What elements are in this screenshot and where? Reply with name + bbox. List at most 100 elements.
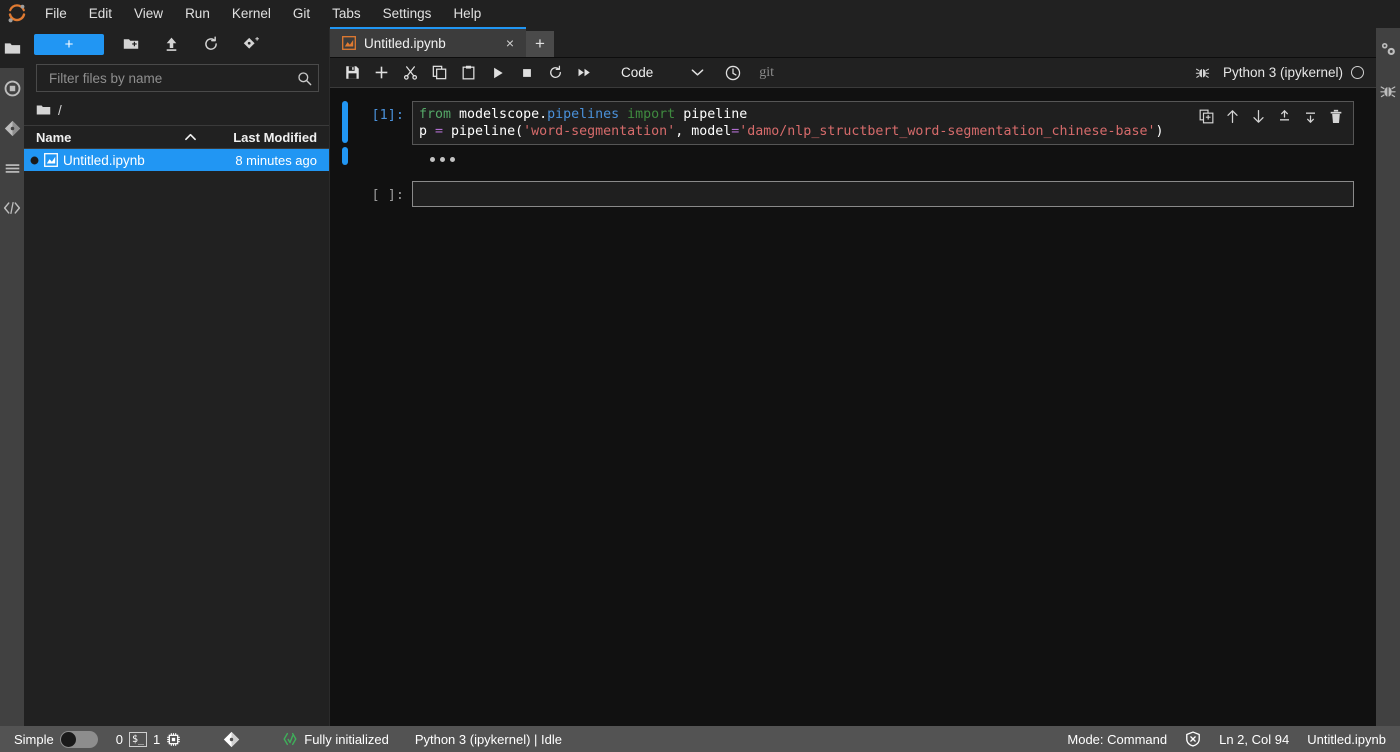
menu-item-list: File Edit View Run Kernel Git Tabs Setti… [34, 0, 492, 28]
move-cell-up-button[interactable] [1222, 106, 1242, 126]
move-cell-down-button[interactable] [1248, 106, 1268, 126]
breadcrumb-path[interactable]: / [58, 103, 62, 118]
menu-file[interactable]: File [35, 2, 77, 26]
lsp-status[interactable]: Fully initialized [282, 731, 389, 747]
insert-cell-below-button[interactable] [367, 60, 396, 86]
interrupt-kernel-button[interactable] [512, 60, 541, 86]
search-input[interactable] [47, 70, 297, 87]
list-item[interactable]: Untitled.ipynb 8 minutes ago [24, 149, 329, 171]
upload-files-button[interactable] [158, 32, 184, 56]
save-notebook-button[interactable] [338, 60, 367, 86]
jupyter-logo-icon [0, 0, 34, 28]
insert-below-icon [1303, 109, 1318, 124]
git-status[interactable] [223, 731, 240, 748]
home-folder-icon[interactable] [36, 103, 51, 117]
cell-type-dropdown[interactable]: Code [611, 65, 708, 80]
tab-untitled-notebook[interactable]: Untitled.ipynb × [330, 27, 526, 57]
sidebar-item-running[interactable] [0, 68, 24, 108]
file-filter-box[interactable] [36, 64, 319, 92]
kernel-status[interactable]: Python 3 (ipykernel) | Idle [415, 732, 562, 747]
menu-run[interactable]: Run [175, 2, 220, 26]
new-git-repository-button[interactable] [238, 32, 264, 56]
busy-dot [440, 157, 445, 162]
play-icon [491, 66, 505, 80]
search-icon [297, 71, 312, 86]
cursor-position-label: Ln 2, Col 94 [1219, 732, 1289, 747]
file-item-name-cell: Untitled.ipynb [30, 153, 235, 168]
cell-input-area[interactable] [412, 181, 1354, 207]
trash-icon [1329, 109, 1343, 124]
cell-input-area[interactable]: from modelscope.pipelines import pipelin… [412, 101, 1354, 145]
folder-icon [4, 40, 21, 57]
tab-bar: Untitled.ipynb × + [330, 28, 1376, 58]
notebook-icon [44, 153, 58, 167]
notebook-cell-area: [1]: from modelscope.pipelines import pi… [330, 89, 1376, 726]
sidebar-item-file-browser[interactable] [0, 28, 24, 68]
breadcrumb[interactable]: / [24, 97, 329, 123]
edit-mode-status[interactable]: Mode: Command [1067, 732, 1167, 747]
menu-edit[interactable]: Edit [79, 2, 122, 26]
run-cell-button[interactable] [483, 60, 512, 86]
kernel-status-label: Python 3 (ipykernel) | Idle [415, 732, 562, 747]
code-brackets-icon [3, 199, 21, 217]
sidebar-item-table-of-contents[interactable] [0, 148, 24, 188]
chevron-down-icon [691, 68, 704, 77]
cell-prompt: [ ]: [348, 181, 412, 207]
insert-cell-above-button[interactable] [1274, 106, 1294, 126]
column-header-name[interactable]: Name [36, 130, 147, 145]
delete-cell-button[interactable] [1326, 106, 1346, 126]
cell-toolbar [1193, 105, 1349, 127]
insert-cell-below-button[interactable] [1300, 106, 1320, 126]
menu-kernel[interactable]: Kernel [222, 2, 281, 26]
notebook-cell[interactable]: [ ]: [330, 181, 1376, 207]
simple-mode-label: Simple [14, 732, 54, 747]
left-activity-bar [0, 28, 24, 726]
insert-above-icon [1277, 109, 1292, 124]
simple-mode-toggle[interactable]: Simple [14, 731, 98, 748]
sidebar-item-extensions[interactable] [0, 188, 24, 228]
cursor-position-status[interactable]: Ln 2, Col 94 [1219, 732, 1289, 747]
clock-icon [725, 65, 741, 81]
menu-help[interactable]: Help [443, 2, 491, 26]
execution-history-button[interactable] [718, 60, 747, 86]
notifications-status[interactable] [1185, 731, 1201, 747]
kernel-name-label[interactable]: Python 3 (ipykernel) [1223, 65, 1343, 80]
menu-view[interactable]: View [124, 2, 173, 26]
terminals-count: 0 [116, 732, 123, 747]
column-header-last-modified[interactable]: Last Modified [233, 130, 317, 145]
sidebar-item-git[interactable] [0, 108, 24, 148]
output-busy-indicator [430, 147, 455, 169]
kernel-status-indicator [1351, 66, 1364, 79]
new-folder-button[interactable] [118, 32, 144, 56]
close-icon[interactable]: × [502, 35, 518, 51]
debugger-toggle-button[interactable] [1188, 60, 1217, 86]
menu-git[interactable]: Git [283, 2, 320, 26]
restart-and-run-all-button[interactable] [570, 60, 599, 86]
sidebar-item-debugger[interactable] [1376, 70, 1400, 112]
menu-settings[interactable]: Settings [373, 2, 442, 26]
add-tab-button[interactable]: + [526, 31, 554, 57]
refresh-file-list-button[interactable] [198, 32, 224, 56]
new-launcher-button[interactable]: + [34, 34, 104, 55]
duplicate-icon [1199, 109, 1214, 124]
toggle-switch[interactable] [60, 731, 98, 748]
notebook-cell[interactable]: [1]: from modelscope.pipelines import pi… [330, 101, 1376, 145]
cell-output-area [330, 147, 1376, 169]
sidebar-item-property-inspector[interactable] [1376, 28, 1400, 70]
copy-cells-button[interactable] [425, 60, 454, 86]
save-icon [345, 65, 360, 80]
cell-source-code[interactable] [413, 182, 1353, 207]
menu-tabs[interactable]: Tabs [322, 2, 371, 26]
git-diamond-icon [4, 120, 21, 137]
active-filename-label: Untitled.ipynb [1307, 732, 1386, 747]
paste-cells-button[interactable] [454, 60, 483, 86]
notebook-icon [342, 36, 356, 50]
busy-dot [430, 157, 435, 162]
terminals-status[interactable]: 0 $_ 1 [116, 732, 182, 747]
duplicate-cell-button[interactable] [1196, 106, 1216, 126]
status-bar: Simple 0 $_ 1 Fully initi [0, 726, 1400, 752]
cut-cells-button[interactable] [396, 60, 425, 86]
bug-icon [1380, 83, 1396, 99]
file-browser-toolbar: + [24, 28, 329, 60]
restart-kernel-button[interactable] [541, 60, 570, 86]
